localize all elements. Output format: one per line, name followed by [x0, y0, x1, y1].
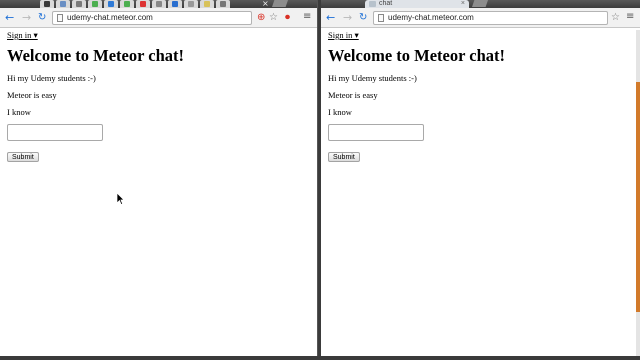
tab-strip: × [0, 0, 317, 8]
tab-chat[interactable]: chat × [365, 0, 469, 8]
message-input[interactable] [328, 124, 424, 141]
pinned-tab[interactable] [136, 0, 150, 8]
taskbar [0, 356, 640, 360]
page-icon [378, 14, 384, 22]
address-text: udemy-chat.meteor.com [67, 13, 153, 22]
page-title: Welcome to Meteor chat! [328, 46, 505, 65]
pinned-tab[interactable] [216, 0, 230, 8]
new-tab-button[interactable] [472, 0, 488, 7]
pinned-tab[interactable] [152, 0, 166, 8]
forward-arrow-icon[interactable]: → [22, 11, 31, 24]
page-content: Sign in ▾ Welcome to Meteor chat! Hi my … [0, 29, 317, 356]
back-arrow-icon[interactable]: ← [326, 11, 335, 24]
submit-button[interactable]: Submit [328, 152, 360, 162]
tab-close-button[interactable]: × [262, 0, 269, 8]
pinned-tab[interactable] [168, 0, 182, 8]
address-text: udemy-chat.meteor.com [388, 13, 474, 22]
tab-favicon-icon [60, 1, 66, 7]
tab-favicon-icon [220, 1, 226, 7]
chat-message: Meteor is easy [7, 90, 57, 100]
star-icon[interactable]: ☆ [611, 12, 620, 24]
new-tab-button[interactable] [272, 0, 288, 7]
submit-button[interactable]: Submit [7, 152, 39, 162]
browser-toolbar: ← → ↻ udemy-chat.meteor.com ⊕ ☆ ⏺ ≡ [0, 8, 317, 28]
scrollbar[interactable] [636, 30, 640, 356]
browser-toolbar: ← → ↻ udemy-chat.meteor.com ☆ ≡ [321, 8, 640, 28]
tab-favicon-icon [108, 1, 114, 7]
sign-in-link[interactable]: Sign in ▾ [328, 30, 359, 41]
scrollbar-thumb[interactable] [636, 82, 640, 312]
tab-favicon-icon [156, 1, 162, 7]
pinned-tab[interactable] [40, 0, 54, 8]
tab-favicon-icon [44, 1, 50, 7]
page-title: Welcome to Meteor chat! [7, 46, 184, 65]
pinned-tab[interactable] [184, 0, 198, 8]
extension-icon[interactable]: ⊕ [257, 12, 265, 24]
tab-close-button[interactable]: × [461, 0, 465, 8]
pinned-tab[interactable] [72, 0, 86, 8]
chat-message: Hi my Udemy students :-) [328, 73, 417, 83]
pinned-tabs [40, 0, 230, 8]
back-arrow-icon[interactable]: ← [5, 11, 14, 24]
tab-favicon-icon [92, 1, 98, 7]
chat-message: Hi my Udemy students :-) [7, 73, 96, 83]
tab-favicon-icon [188, 1, 194, 7]
tab-favicon-icon [124, 1, 130, 7]
pinned-tab[interactable] [56, 0, 70, 8]
mouse-cursor-icon [117, 193, 125, 205]
tab-favicon-icon [369, 1, 376, 7]
star-icon[interactable]: ☆ [269, 12, 278, 24]
pinned-tab[interactable] [104, 0, 118, 8]
address-bar[interactable]: udemy-chat.meteor.com [52, 11, 252, 25]
tab-favicon-icon [76, 1, 82, 7]
pinned-tab[interactable] [120, 0, 134, 8]
tab-favicon-icon [140, 1, 146, 7]
page-icon [57, 14, 63, 22]
tab-favicon-icon [172, 1, 178, 7]
record-extension-icon[interactable]: ⏺ [285, 12, 290, 24]
chat-message: Meteor is easy [328, 90, 378, 100]
pinned-tab[interactable] [88, 0, 102, 8]
pinned-tab[interactable] [200, 0, 214, 8]
chat-message: I know [328, 107, 352, 117]
forward-arrow-icon[interactable]: → [343, 11, 352, 24]
hamburger-menu-icon[interactable]: ≡ [626, 11, 634, 22]
tab-favicon-icon [204, 1, 210, 7]
address-bar[interactable]: udemy-chat.meteor.com [373, 11, 608, 25]
tab-title: chat [379, 0, 393, 7]
message-input[interactable] [7, 124, 103, 141]
page-content: Sign in ▾ Welcome to Meteor chat! Hi my … [321, 29, 640, 356]
browser-window-left: × ← → ↻ udemy-chat.meteor.com ⊕ ☆ ⏺ ≡ Si… [0, 0, 318, 356]
tab-strip: chat × [321, 0, 640, 8]
hamburger-menu-icon[interactable]: ≡ [303, 11, 311, 22]
chat-message: I know [7, 107, 31, 117]
reload-icon[interactable]: ↻ [359, 11, 367, 24]
browser-window-right: chat × ← → ↻ udemy-chat.meteor.com ☆ ≡ S… [321, 0, 640, 356]
reload-icon[interactable]: ↻ [38, 11, 46, 24]
sign-in-link[interactable]: Sign in ▾ [7, 30, 38, 41]
